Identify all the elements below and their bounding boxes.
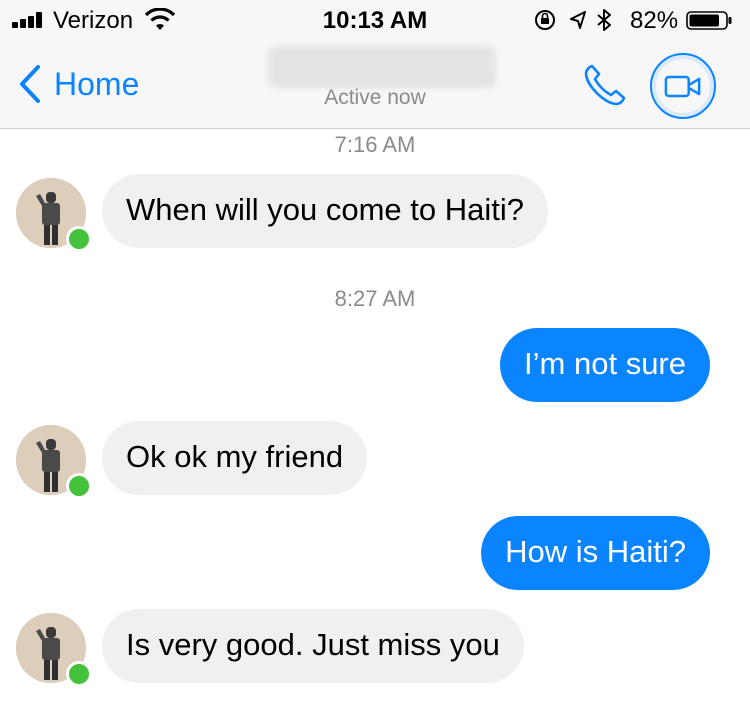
rotation-lock-icon xyxy=(535,10,555,30)
bluetooth-icon xyxy=(597,9,611,31)
presence-status: Active now xyxy=(324,86,426,109)
contact-name-redacted[interactable] xyxy=(268,46,496,88)
conversation-header: Home Active now xyxy=(0,40,750,129)
contact-avatar[interactable] xyxy=(16,613,92,687)
contact-avatar[interactable] xyxy=(16,425,92,499)
message-timestamp: 8:27 AM xyxy=(334,286,416,311)
online-indicator xyxy=(66,661,92,687)
voice-call-button[interactable] xyxy=(580,60,630,110)
location-icon xyxy=(570,11,586,29)
outgoing-message[interactable]: I’m not sure xyxy=(500,328,710,402)
video-call-button[interactable] xyxy=(650,53,716,119)
status-icons xyxy=(535,9,611,31)
battery-icon xyxy=(686,11,732,30)
outgoing-message[interactable]: How is Haiti? xyxy=(481,516,710,590)
incoming-message[interactable]: When will you come to Haiti? xyxy=(102,174,548,248)
online-indicator xyxy=(66,226,92,252)
online-indicator xyxy=(66,473,92,499)
phone-icon xyxy=(584,64,626,106)
message-timestamp: 7:16 AM xyxy=(334,132,416,157)
status-bar: Verizon 10:13 AM 82% xyxy=(0,0,750,40)
battery-percent: 82% xyxy=(630,7,679,34)
incoming-message[interactable]: Ok ok my friend xyxy=(102,421,368,495)
contact-avatar[interactable] xyxy=(16,178,92,252)
video-camera-icon xyxy=(664,75,701,97)
incoming-message[interactable]: Is very good. Just miss you xyxy=(102,609,524,683)
